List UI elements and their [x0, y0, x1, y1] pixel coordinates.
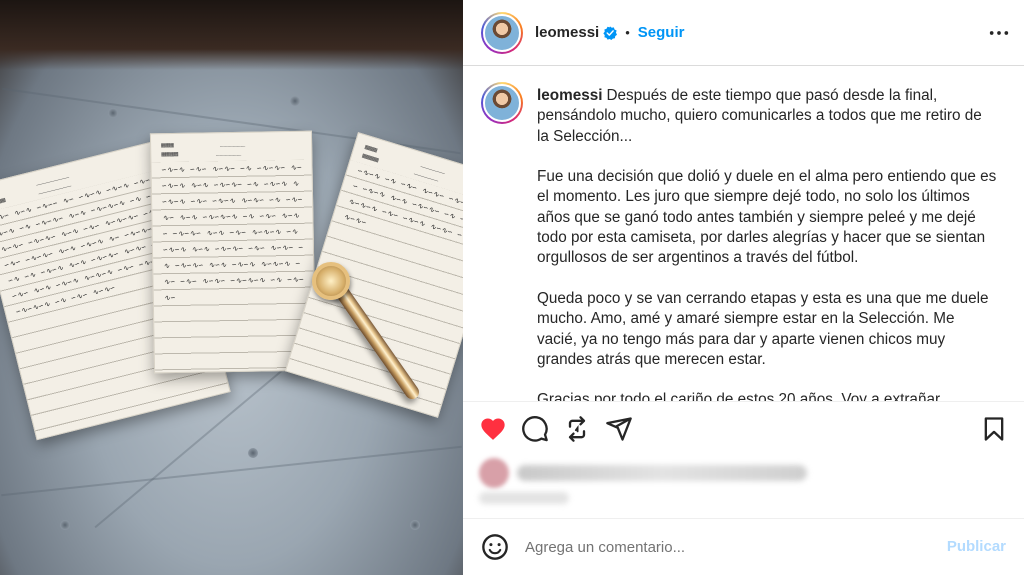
caption-paragraph: Fue una decisión que dolió y duele en el…	[537, 168, 997, 267]
cushion-tuft	[60, 520, 70, 530]
photo-background-wood	[0, 0, 463, 70]
caption-paragraph: Después de este tiempo que pasó desde la…	[537, 87, 982, 145]
caption-area: leomessi Después de este tiempo que pasó …	[463, 66, 1024, 401]
cushion-fold	[1, 445, 462, 497]
repost-icon[interactable]	[563, 415, 591, 443]
cushion-tuft	[248, 448, 258, 458]
header-separator: •	[625, 25, 630, 40]
post-details-panel: leomessi • Seguir leomessi Después de est…	[463, 0, 1024, 575]
post-viewer: ▦▦▦ ________▦▦▦▦ ________ ∽∿∽ ∿∽∿ ∽∿∽∽ ∿…	[0, 0, 1024, 575]
cushion-tuft	[290, 96, 300, 106]
liked-by-text-blurred	[517, 465, 807, 481]
comment-input[interactable]	[525, 535, 915, 559]
caption-text: leomessi Después de este tiempo que pasó …	[537, 86, 997, 401]
caption-username[interactable]: leomessi	[537, 87, 602, 104]
caption-paragraph: Queda poco y se van cerrando etapas y es…	[537, 289, 989, 368]
post-date-blurred	[479, 492, 569, 504]
share-icon[interactable]	[605, 415, 633, 443]
comment-icon[interactable]	[521, 415, 549, 443]
emoji-icon[interactable]	[481, 533, 509, 561]
cushion-tuft	[410, 520, 420, 530]
verified-badge-icon	[603, 25, 618, 40]
post-photo[interactable]: ▦▦▦ ________▦▦▦▦ ________ ∽∿∽ ∿∽∿ ∽∿∽∽ ∿…	[0, 0, 463, 575]
handwritten-note-2: ▦▦▦ ______ ▦▦▦▦ ______ ∽∿∽∿ ∽∿∽ ∿∽∿∽ ∽∿ ∽…	[149, 130, 317, 374]
liked-by-summary[interactable]	[479, 458, 807, 488]
post-header: leomessi • Seguir	[463, 0, 1024, 66]
pen-clip-emblem	[312, 262, 350, 300]
caption-paragraph: Gracias por todo el cariño de estos 20 a…	[537, 391, 941, 401]
cushion-tuft	[108, 108, 118, 118]
caption-avatar[interactable]	[481, 82, 523, 124]
action-bar	[463, 401, 1024, 455]
heart-filled-icon[interactable]	[479, 415, 507, 443]
more-options-icon[interactable]	[988, 22, 1010, 44]
avatar[interactable]	[481, 11, 523, 54]
comment-bar: Publicar	[463, 518, 1024, 575]
follow-button[interactable]: Seguir	[638, 24, 685, 41]
publish-button[interactable]: Publicar	[947, 538, 1006, 555]
bookmark-icon[interactable]	[980, 415, 1008, 443]
liked-by-avatar	[479, 458, 509, 488]
header-username[interactable]: leomessi	[535, 24, 599, 41]
